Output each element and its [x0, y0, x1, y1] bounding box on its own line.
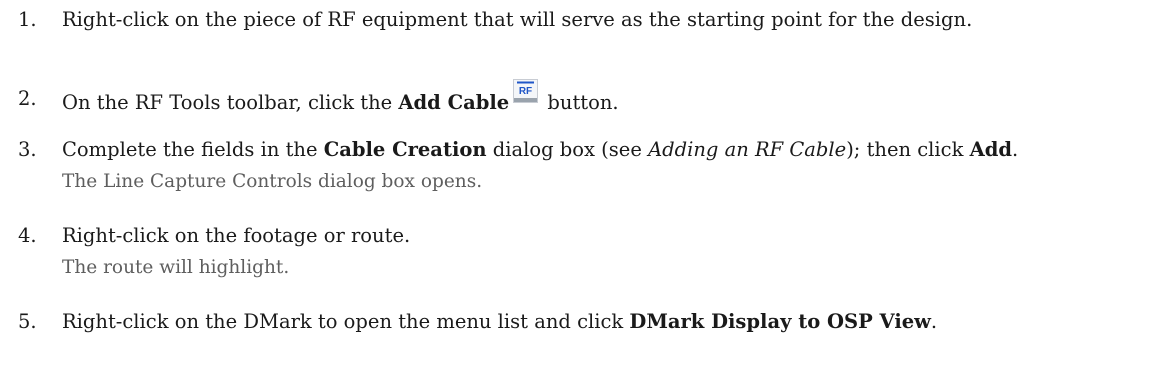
- step-number: 1.: [18, 8, 37, 31]
- step-number: 2.: [18, 87, 37, 110]
- step-text: Right-click on the footage or route.: [62, 224, 411, 247]
- step-4-result: The route will highlight.: [62, 257, 290, 278]
- step-text-part: Complete the fields in the: [62, 138, 324, 161]
- rf-add-cable-icon: RF: [513, 79, 539, 109]
- step-number: 3.: [18, 138, 37, 161]
- step-text: Right-click on the DMark to open the men…: [62, 310, 937, 334]
- step-text-part: ); then click: [846, 138, 970, 161]
- ui-label-dmark-display: DMark Display to OSP View: [629, 310, 931, 333]
- rf-icon-label: RF: [519, 86, 532, 97]
- step-text: Right-click on the piece of RF equipment…: [62, 8, 973, 31]
- step-text: Complete the fields in the Cable Creatio…: [62, 138, 1018, 162]
- ui-label-cable-creation: Cable Creation: [323, 138, 487, 161]
- ui-label-add: Add: [969, 138, 1012, 161]
- step-text: On the RF Tools toolbar, click the Add C…: [62, 79, 619, 115]
- step-number: 4.: [18, 224, 37, 247]
- step-text-part: .: [930, 310, 938, 333]
- step-number: 5.: [18, 310, 37, 333]
- step-3-result: The Line Capture Controls dialog box ope…: [62, 171, 483, 192]
- step-text-part: On the RF Tools toolbar, click the: [62, 91, 399, 114]
- cross-reference: Adding an RF Cable: [648, 138, 847, 161]
- step-text-part: Right-click on the DMark to open the men…: [62, 310, 630, 333]
- ui-label-add-cable: Add Cable: [398, 91, 510, 114]
- step-text-part: .: [1012, 138, 1019, 161]
- step-text-part: button.: [541, 91, 619, 114]
- step-text-part: dialog box (see: [486, 138, 649, 161]
